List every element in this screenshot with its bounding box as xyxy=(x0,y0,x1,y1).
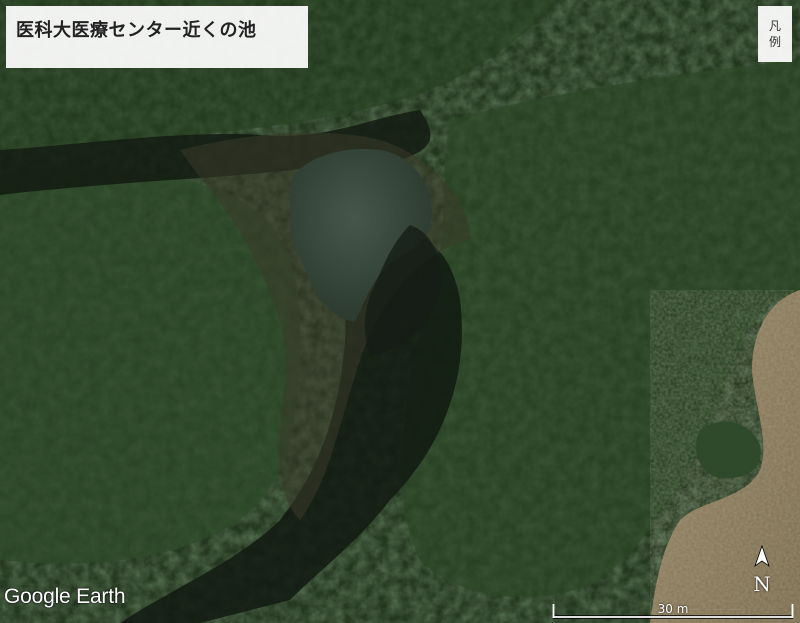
satellite-map[interactable] xyxy=(0,0,800,623)
scale-bar: 30 m xyxy=(552,601,794,619)
north-arrow-icon xyxy=(754,544,770,568)
map-title-box: 医科大医療センター近くの池 xyxy=(6,6,308,68)
north-indicator: N xyxy=(748,544,776,596)
map-title: 医科大医療センター近くの池 xyxy=(16,20,257,41)
legend-button[interactable]: 凡例 xyxy=(758,6,792,62)
scale-bar-label: 30 m xyxy=(657,602,689,616)
legend-label: 凡例 xyxy=(768,19,781,49)
north-label: N xyxy=(753,572,771,596)
map-viewport[interactable]: 医科大医療センター近くの池 凡例 Google Earth N 30 m xyxy=(0,0,800,623)
google-earth-watermark: Google Earth xyxy=(4,585,126,608)
